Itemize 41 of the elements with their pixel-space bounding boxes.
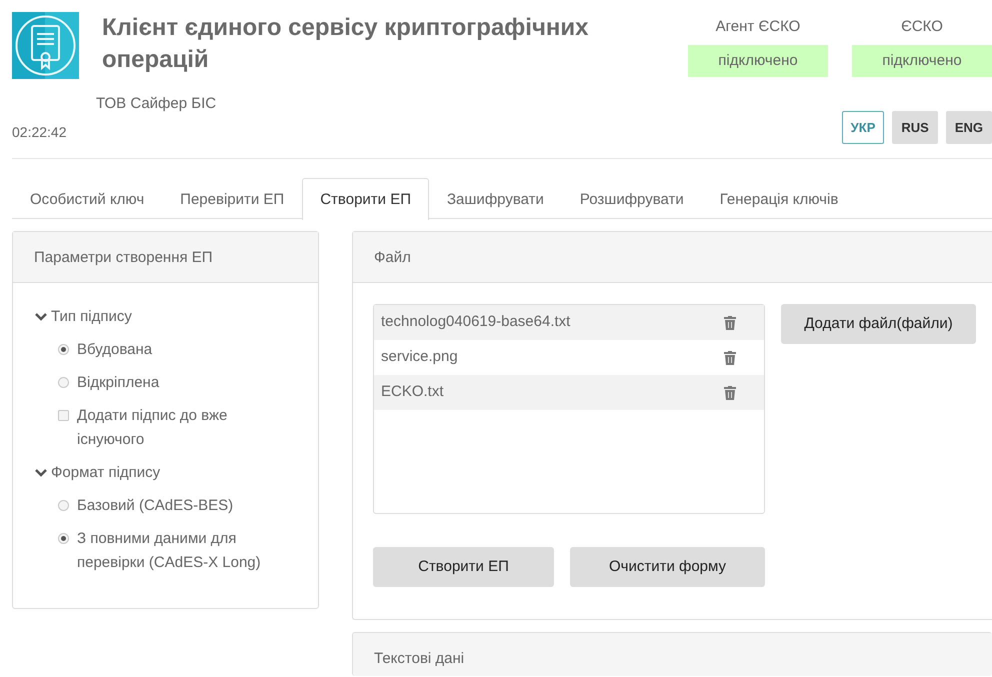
panel-title: Параметри створення ЕП [13, 232, 318, 283]
panel-title: Текстові дані [353, 633, 992, 676]
tab[interactable]: Перевірити ЕП [162, 178, 302, 219]
tab[interactable]: Особистий ключ [12, 178, 162, 219]
trash-icon[interactable] [724, 386, 736, 400]
status-label: Агент ЄСКО [714, 17, 802, 37]
radio-button[interactable] [58, 500, 69, 511]
option-label: З повними даними для перевірки (CAdES-X Long) [77, 529, 262, 573]
trash-icon[interactable] [724, 316, 736, 330]
tab[interactable]: Створити ЕП [302, 178, 429, 220]
file-name: service.png [381, 347, 458, 368]
option-label: Відкріплена [77, 373, 160, 393]
checkbox[interactable] [58, 410, 69, 421]
status-value: підключено [852, 44, 992, 76]
panel-title: Файл [353, 232, 992, 283]
radio-button[interactable] [58, 533, 69, 544]
group-label: Формат підпису [51, 463, 160, 483]
tab[interactable]: Генерація ключів [702, 178, 856, 219]
logo-icon [12, 12, 79, 79]
language-button[interactable]: ENG [946, 110, 992, 144]
file-name: ECKO.txt [381, 382, 444, 402]
app-title: Клієнт єдиного сервісу криптографічних операцій [102, 13, 590, 75]
trash-icon[interactable] [724, 350, 736, 364]
clear-form-button[interactable]: Очистити форму [570, 547, 765, 587]
tab[interactable]: Розшифрувати [562, 178, 702, 219]
file-name: technolog040619-base64.txt [381, 312, 570, 332]
status-label: ЄСКО [900, 17, 944, 37]
create-signature-button[interactable]: Створити ЕП [373, 547, 554, 587]
add-files-button[interactable]: Додати файл(файли) [781, 304, 976, 344]
radio-button[interactable] [58, 377, 69, 388]
status-value: підключено [688, 44, 828, 76]
option-label: Базовий (CAdES-BES) [77, 496, 234, 516]
clock-time: 02:22:42 [12, 122, 68, 142]
option-label: Вбудована [77, 340, 154, 360]
option-label: Додати підпис до вже існуючого [77, 406, 228, 450]
language-button[interactable]: RUS [892, 110, 938, 144]
group-label: Тип підпису [51, 307, 132, 327]
company-name: ТОВ Сайфер БІС [96, 94, 218, 114]
language-button[interactable]: УКР [842, 110, 884, 144]
tab[interactable]: Зашифрувати [429, 178, 562, 219]
radio-button[interactable] [58, 344, 69, 355]
